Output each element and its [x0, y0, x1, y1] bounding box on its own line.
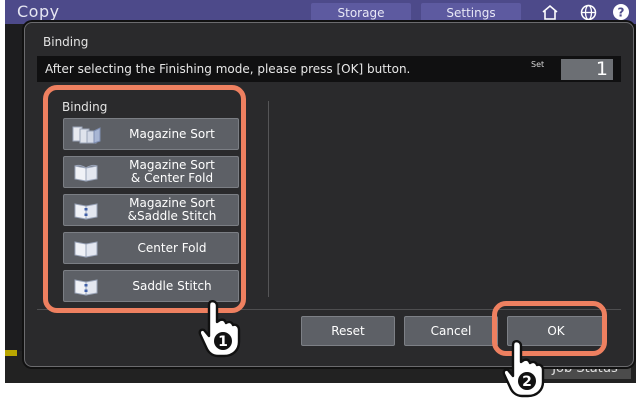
hand-pointer-icon-step-1: 1	[196, 298, 242, 362]
step-2-number: 2	[522, 374, 532, 390]
instruction-message: After selecting the Finishing mode, plea…	[45, 62, 411, 76]
cancel-button[interactable]: Cancel	[404, 316, 498, 346]
column-divider	[268, 101, 269, 297]
step-1-number: 1	[218, 334, 228, 350]
reset-button[interactable]: Reset	[301, 316, 395, 346]
help-icon[interactable]: ?	[610, 2, 632, 22]
globe-icon[interactable]	[577, 2, 599, 22]
set-count-field[interactable]: 1	[561, 59, 613, 80]
svg-text:?: ?	[618, 6, 625, 20]
set-label: Set	[531, 60, 545, 69]
dialog-title: Binding	[43, 35, 89, 49]
home-icon[interactable]	[539, 2, 561, 22]
app-title: Copy	[17, 2, 60, 21]
message-bar: After selecting the Finishing mode, plea…	[37, 56, 621, 82]
storage-button[interactable]: Storage	[311, 3, 411, 23]
status-marker	[5, 350, 17, 356]
hand-pointer-icon-step-2: 2	[500, 338, 546, 402]
settings-button[interactable]: Settings	[421, 3, 521, 23]
top-bar: Copy Storage Settings ?	[5, 0, 636, 24]
binding-options-highlight	[43, 85, 246, 313]
